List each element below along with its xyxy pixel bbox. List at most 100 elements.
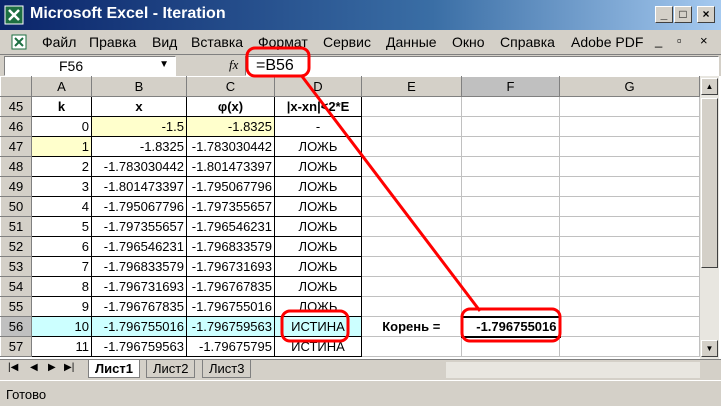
cell-x[interactable]: -1.8325 (91, 136, 187, 157)
cell-k[interactable]: 9 (31, 296, 92, 317)
cell[interactable] (361, 276, 462, 297)
cell-k[interactable]: 8 (31, 276, 92, 297)
cell[interactable] (559, 96, 700, 117)
root-label[interactable]: Корень = (361, 316, 462, 337)
cell-k[interactable]: 11 (31, 336, 92, 357)
cell[interactable] (559, 216, 700, 237)
cell-phi[interactable]: -1.8325 (186, 116, 275, 137)
cell-condition[interactable]: ЛОЖЬ (274, 256, 362, 277)
cell-condition[interactable]: ЛОЖЬ (274, 136, 362, 157)
cell[interactable] (559, 176, 700, 197)
cell-phi[interactable]: -1.796767835 (186, 276, 275, 297)
menu-data[interactable]: Данные (386, 34, 437, 50)
spreadsheet-grid[interactable]: A B C D E F G 45 k x φ(x) |x-xn|<2*E 46 0… (0, 76, 721, 359)
row-header[interactable]: 50 (0, 196, 32, 217)
cell-x[interactable]: -1.796546231 (91, 236, 187, 257)
cell-phi[interactable]: -1.795067796 (186, 176, 275, 197)
cell[interactable] (361, 216, 462, 237)
column-header-e[interactable]: E (361, 76, 462, 97)
cell[interactable] (559, 136, 700, 157)
tab-sheet2[interactable]: Лист2 (146, 360, 196, 378)
cell-k[interactable]: 0 (31, 116, 92, 137)
header-phi[interactable]: φ(x) (186, 96, 275, 117)
horizontal-scrollbar[interactable] (446, 362, 700, 378)
cell[interactable] (461, 276, 560, 297)
name-box[interactable]: F56 ▼ (4, 56, 176, 76)
chevron-down-icon[interactable]: ▼ (159, 59, 169, 70)
row-header[interactable]: 55 (0, 296, 32, 317)
table-row[interactable]: 53 7 -1.796833579 -1.796731693 ЛОЖЬ (0, 256, 700, 277)
cell-x[interactable]: -1.796833579 (91, 256, 187, 277)
cell-condition[interactable]: ЛОЖЬ (274, 236, 362, 257)
cell-phi[interactable]: -1.796731693 (186, 256, 275, 277)
doc-restore-button[interactable]: ▫ (677, 33, 682, 48)
cell[interactable] (361, 96, 462, 117)
close-button[interactable]: × (697, 6, 715, 23)
cell[interactable] (461, 296, 560, 317)
cell[interactable] (361, 196, 462, 217)
cell-x[interactable]: -1.796759563 (91, 336, 187, 357)
cell-x[interactable]: -1.796755016 (91, 316, 187, 337)
row-header[interactable]: 49 (0, 176, 32, 197)
cell-k[interactable]: 6 (31, 236, 92, 257)
cell[interactable] (461, 336, 560, 357)
cell[interactable] (361, 256, 462, 277)
menu-file[interactable]: Файл (42, 34, 76, 50)
menu-edit[interactable]: Правка (89, 34, 136, 50)
cell[interactable] (361, 136, 462, 157)
row-header[interactable]: 53 (0, 256, 32, 277)
cell[interactable] (559, 116, 700, 137)
table-row[interactable]: 48 2 -1.783030442 -1.801473397 ЛОЖЬ (0, 156, 700, 177)
next-sheet-icon[interactable]: ▶ (48, 362, 56, 373)
scroll-down-icon[interactable]: ▼ (701, 340, 718, 357)
cell[interactable] (559, 196, 700, 217)
cell[interactable] (559, 276, 700, 297)
root-value[interactable]: -1.796755016 (460, 315, 561, 338)
cell-x[interactable]: -1.796731693 (91, 276, 187, 297)
cell-phi[interactable]: -1.801473397 (186, 156, 275, 177)
cell-phi[interactable]: -1.797355657 (186, 196, 275, 217)
cell[interactable] (361, 116, 462, 137)
cell-phi[interactable]: -1.796759563 (186, 316, 275, 337)
cell-k[interactable]: 4 (31, 196, 92, 217)
workbook-icon[interactable] (10, 33, 28, 51)
menu-window[interactable]: Окно (452, 34, 485, 50)
header-k[interactable]: k (31, 96, 92, 117)
row-header[interactable]: 47 (0, 136, 32, 157)
doc-close-button[interactable]: × (700, 33, 708, 48)
cell[interactable] (559, 236, 700, 257)
column-header-g[interactable]: G (559, 76, 700, 97)
cell[interactable] (559, 156, 700, 177)
fx-icon[interactable]: fx (229, 57, 238, 73)
cell[interactable] (361, 336, 462, 357)
cell-x[interactable]: -1.796767835 (91, 296, 187, 317)
minimize-button[interactable]: _ (655, 6, 673, 23)
cell-phi[interactable]: -1.783030442 (186, 136, 275, 157)
table-row[interactable]: 49 3 -1.801473397 -1.795067796 ЛОЖЬ (0, 176, 700, 197)
table-row[interactable]: 54 8 -1.796731693 -1.796767835 ЛОЖЬ (0, 276, 700, 297)
cell[interactable] (461, 236, 560, 257)
cell-condition[interactable]: ИСТИНА (274, 336, 362, 357)
table-row[interactable]: 50 4 -1.795067796 -1.797355657 ЛОЖЬ (0, 196, 700, 217)
cell-x[interactable]: -1.801473397 (91, 176, 187, 197)
column-header-c[interactable]: C (186, 76, 275, 97)
cell-phi[interactable]: -1.796833579 (186, 236, 275, 257)
row-header[interactable]: 57 (0, 336, 32, 357)
table-row[interactable]: 46 0 -1.5 -1.8325- (0, 116, 700, 137)
cell[interactable] (461, 256, 560, 277)
cell-k[interactable]: 1 (31, 136, 92, 157)
row-header[interactable]: 52 (0, 236, 32, 257)
header-x[interactable]: x (91, 96, 187, 117)
maximize-button[interactable]: □ (674, 6, 692, 23)
row-header[interactable]: 54 (0, 276, 32, 297)
cell-phi[interactable]: -1.796546231 (186, 216, 275, 237)
cell-x[interactable]: -1.783030442 (91, 156, 187, 177)
row-header[interactable]: 56 (0, 316, 32, 337)
cell-k[interactable]: 3 (31, 176, 92, 197)
cell-k[interactable]: 5 (31, 216, 92, 237)
column-header-b[interactable]: B (91, 76, 187, 97)
doc-minimize-button[interactable]: _ (655, 33, 662, 48)
cell[interactable] (461, 176, 560, 197)
tab-sheet1[interactable]: Лист1 (88, 360, 140, 378)
menu-help[interactable]: Справка (500, 34, 555, 50)
